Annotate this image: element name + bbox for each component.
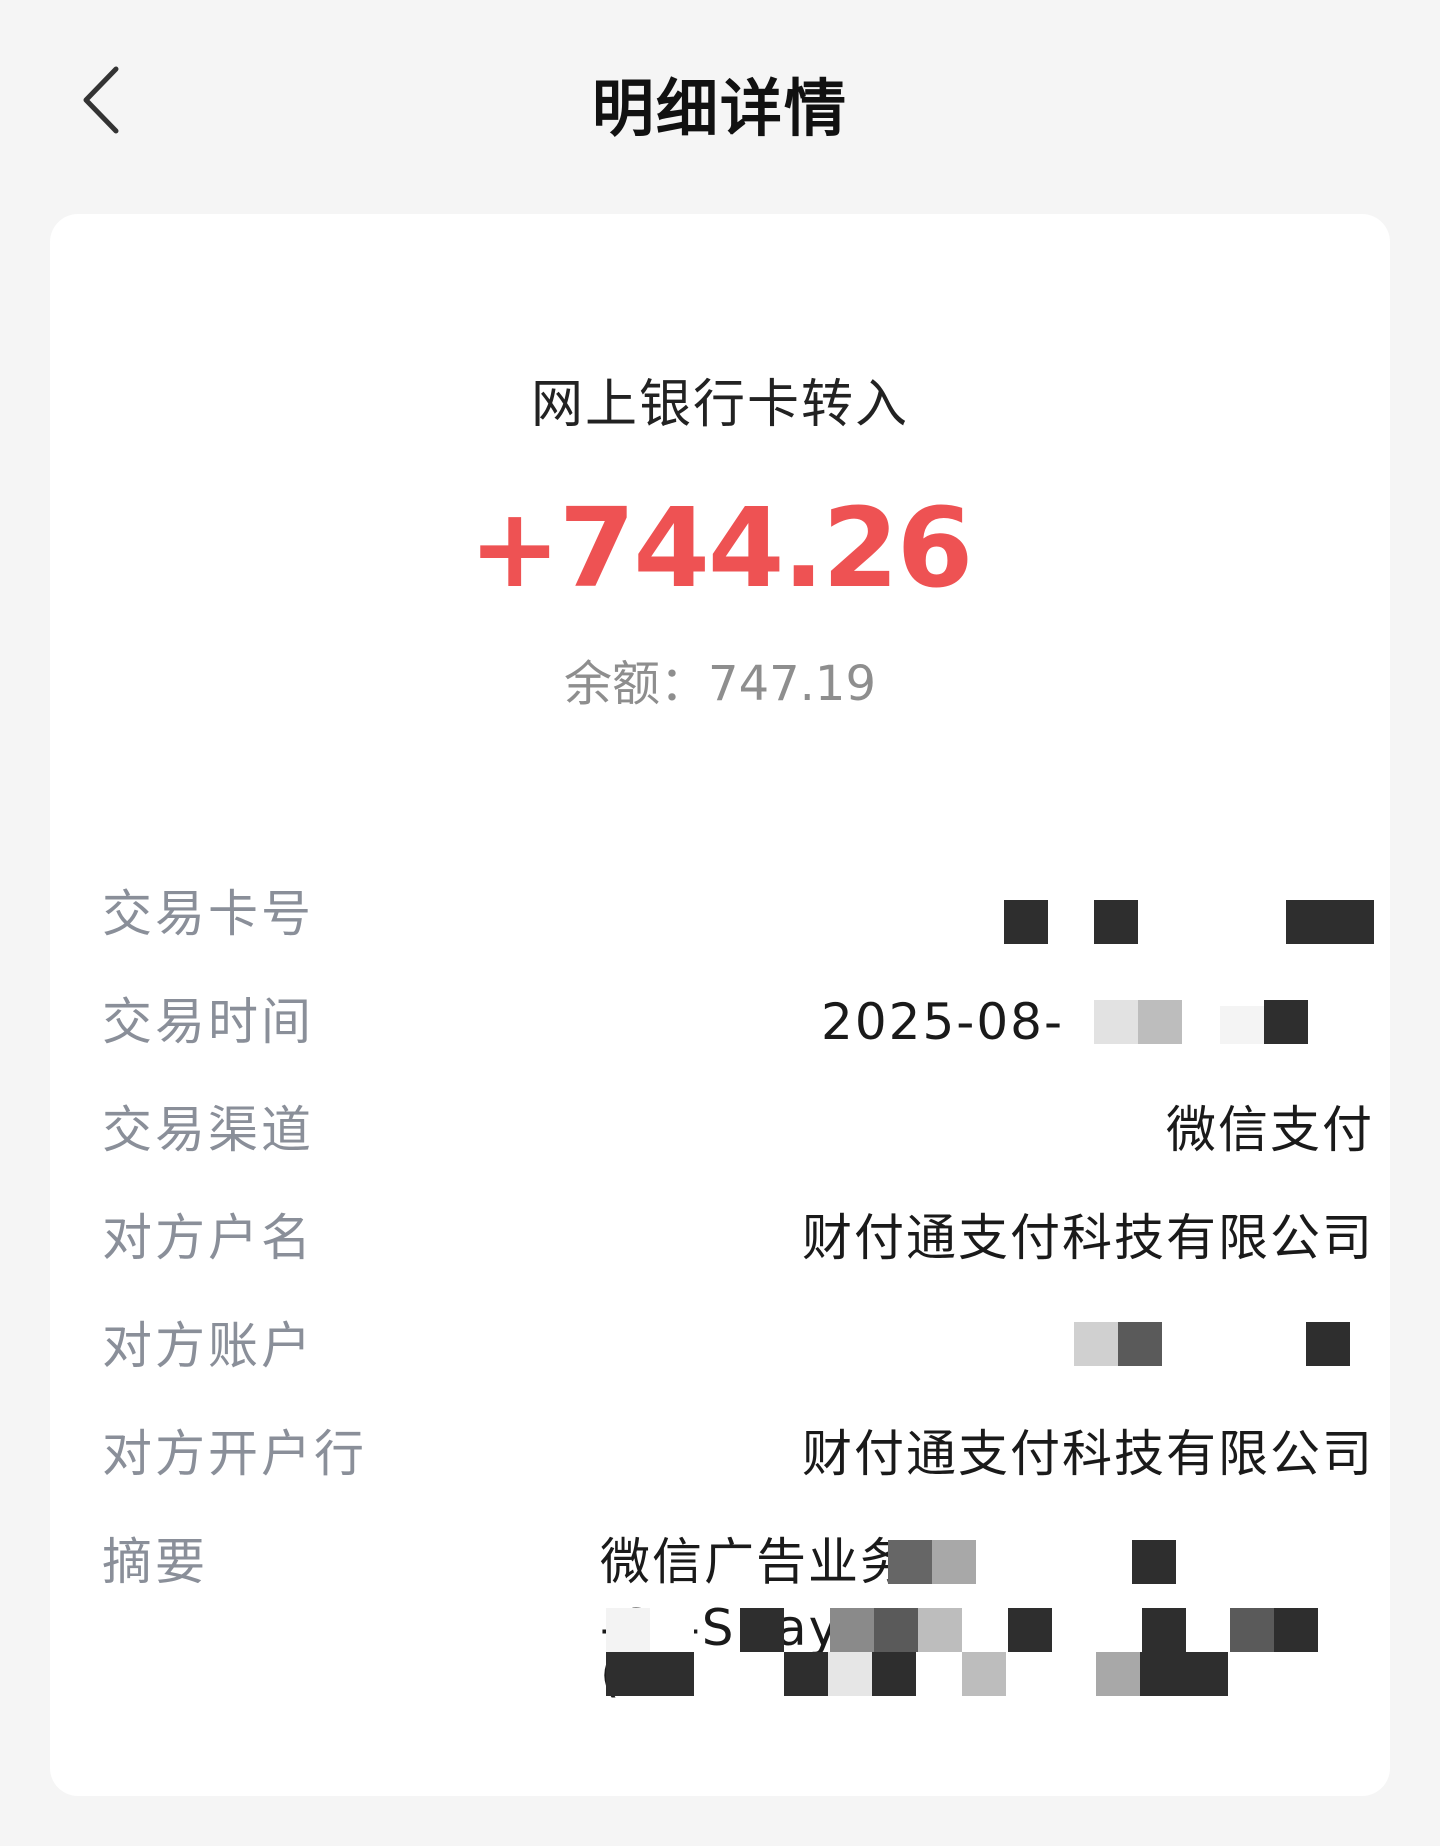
nav-bar: 明细详情	[0, 0, 1440, 200]
detail-row-counterparty-bank: 对方开户行 财付通支付科技有限公司	[102, 1414, 1374, 1504]
transaction-amount: +744.26	[468, 484, 974, 612]
redaction-mosaic	[1074, 1322, 1374, 1368]
redaction-mosaic	[582, 1522, 1374, 1742]
detail-row-summary: 摘要 微信广告业务 2 -ST-SDay-F (	[102, 1522, 1374, 1742]
counterparty-bank-label: 对方开户行	[102, 1425, 367, 1483]
card-number-label: 交易卡号	[102, 885, 314, 943]
counterparty-name-value: 财付通支付科技有限公司	[802, 1209, 1374, 1267]
detail-row-channel: 交易渠道 微信支付	[102, 1090, 1374, 1180]
page-title: 明细详情	[591, 72, 848, 145]
time-value: 2025-08-	[821, 993, 1064, 1051]
detail-row-card-number: 交易卡号	[102, 874, 1374, 964]
redaction-mosaic	[1074, 1000, 1374, 1046]
summary-label: 摘要	[102, 1533, 208, 1591]
channel-value: 微信支付	[1166, 1101, 1374, 1159]
time-label: 交易时间	[102, 993, 314, 1051]
counterparty-account-label: 对方账户	[102, 1317, 314, 1375]
detail-row-counterparty-account: 对方账户	[102, 1306, 1374, 1396]
transaction-card: 网上银行卡转入 +744.26 余额：747.19 交易卡号 交易时间 2025…	[50, 214, 1390, 1796]
balance-label: 余额：	[564, 656, 709, 712]
detail-row-time: 交易时间 2025-08-	[102, 982, 1374, 1072]
balance: 余额：747.19	[50, 644, 1390, 714]
counterparty-name-label: 对方户名	[102, 1209, 314, 1267]
transaction-type: 网上银行卡转入	[530, 375, 909, 435]
counterparty-bank-value: 财付通支付科技有限公司	[802, 1425, 1374, 1483]
detail-row-counterparty-name: 对方户名 财付通支付科技有限公司	[102, 1198, 1374, 1288]
channel-label: 交易渠道	[102, 1101, 314, 1159]
balance-value: 747.19	[708, 656, 876, 712]
redaction-mosaic	[974, 900, 1374, 946]
